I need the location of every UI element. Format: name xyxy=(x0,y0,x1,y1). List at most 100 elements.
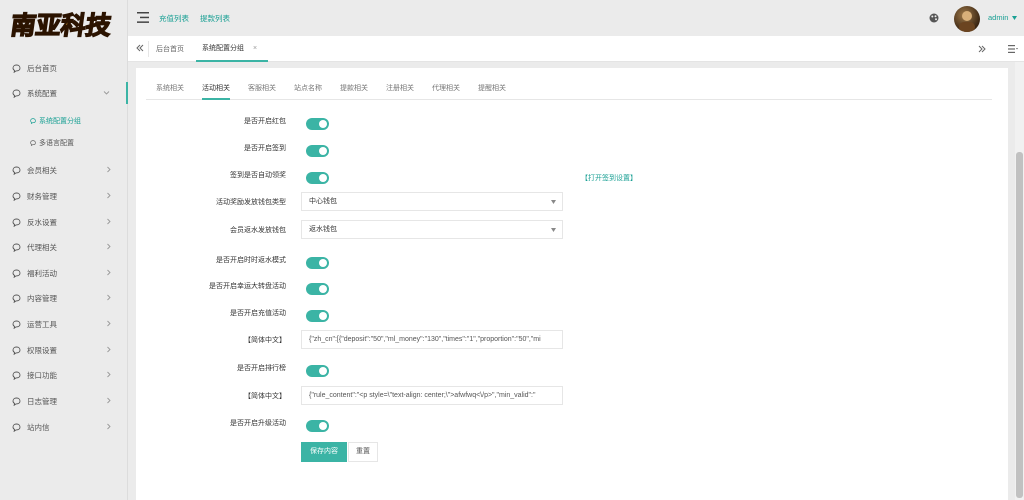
svg-text:南亚科技: 南亚科技 xyxy=(8,10,113,40)
close-icon[interactable]: × xyxy=(253,45,257,52)
toggle-switch[interactable] xyxy=(306,145,329,157)
sidebar-item-label: 财务管理 xyxy=(27,191,57,201)
scrollbar-thumb[interactable] xyxy=(1016,152,1023,498)
form-label: 会员返水发放钱包 xyxy=(230,227,286,234)
form-label: 【简体中文】 xyxy=(244,337,286,344)
toggle-switch[interactable] xyxy=(306,257,329,269)
chat-bubble-icon xyxy=(12,166,21,175)
settings-subtab[interactable]: 注册相关 xyxy=(386,78,414,100)
settings-subtab[interactable]: 代理相关 xyxy=(432,78,460,100)
tab-menu-icon[interactable] xyxy=(1008,45,1018,53)
avatar[interactable] xyxy=(954,6,980,32)
sidebar-item-logs[interactable]: 日志管理 xyxy=(0,390,128,412)
sidebar-item-label: 运营工具 xyxy=(27,319,57,329)
form-label: 是否开启签到 xyxy=(244,145,286,152)
form-label: 是否开启红包 xyxy=(244,118,286,125)
logo: 南亚科技 xyxy=(0,0,127,48)
toggle-switch[interactable] xyxy=(306,172,329,184)
save-button[interactable]: 保存内容 xyxy=(301,442,347,462)
json-config-input[interactable]: {"zh_cn":[{"deposit":"50","ml_money":"13… xyxy=(301,330,563,349)
chevron-right-icon xyxy=(107,346,111,353)
toggle-switch[interactable] xyxy=(306,283,329,295)
sidebar-subitem-label: 系统配置分组 xyxy=(39,118,81,125)
chevron-right-icon xyxy=(107,397,111,404)
chat-bubble-icon xyxy=(12,192,21,201)
settings-subtab[interactable]: 客服相关 xyxy=(248,78,276,100)
reset-button[interactable]: 重置 xyxy=(348,442,378,462)
select-value: 中心钱包 xyxy=(309,198,337,205)
top-bar: 充值列表 提款列表 admin xyxy=(128,0,1024,36)
sidebar-item-home[interactable]: 后台首页 xyxy=(0,57,128,79)
toggle-switch[interactable] xyxy=(306,310,329,322)
chat-bubble-icon xyxy=(12,320,21,329)
logo-image: 南亚科技 xyxy=(8,9,114,40)
chat-bubble-icon xyxy=(30,118,36,124)
form-label: 是否开启充值活动 xyxy=(230,310,286,317)
palette-icon[interactable] xyxy=(929,13,939,23)
chat-bubble-icon xyxy=(12,243,21,252)
chevron-right-icon xyxy=(107,294,111,301)
top-link-deposit-list[interactable]: 充值列表 xyxy=(159,13,189,24)
sidebar-item-agent[interactable]: 代理相关 xyxy=(0,236,128,258)
sidebar-subitem-multilang[interactable]: 多语言配置 xyxy=(0,134,128,152)
page-tab-system-config-group[interactable]: 系统配置分组 × xyxy=(196,36,268,62)
sidebar-item-rebate[interactable]: 反水设置 xyxy=(0,211,128,233)
sidebar-item-finance[interactable]: 财务管理 xyxy=(0,185,128,207)
chevron-right-icon xyxy=(107,243,111,250)
chat-bubble-icon xyxy=(12,371,21,380)
sidebar-item-api[interactable]: 接口功能 xyxy=(0,364,128,386)
caret-down-icon[interactable] xyxy=(1012,16,1017,20)
chat-bubble-icon xyxy=(12,218,21,227)
settings-subtab[interactable]: 系统相关 xyxy=(156,78,184,100)
toggle-switch[interactable] xyxy=(306,118,329,130)
settings-subtab[interactable]: 提醒相关 xyxy=(478,78,506,100)
sidebar-subitem-label: 多语言配置 xyxy=(39,140,74,147)
page-tab-bar: 后台首页 系统配置分组 × xyxy=(128,36,1024,62)
sidebar-item-content[interactable]: 内容管理 xyxy=(0,287,128,309)
settings-subtab[interactable]: 站点名称 xyxy=(294,78,322,100)
sidebar-item-messages[interactable]: 站内信 xyxy=(0,416,128,438)
sidebar-item-label: 站内信 xyxy=(27,422,50,432)
chat-bubble-icon xyxy=(12,346,21,355)
page-tab-home[interactable]: 后台首页 xyxy=(156,36,194,62)
sidebar-item-permissions[interactable]: 权限设置 xyxy=(0,339,128,361)
sidebar-item-system-config[interactable]: 系统配置 xyxy=(0,82,128,104)
settings-subtab[interactable]: 活动相关 xyxy=(202,78,230,100)
settings-subtab[interactable]: 提款相关 xyxy=(340,78,368,100)
double-chevron-left-icon[interactable] xyxy=(136,44,144,52)
sidebar-item-label: 代理相关 xyxy=(27,242,57,252)
form-label: 【简体中文】 xyxy=(244,393,286,400)
chat-bubble-icon xyxy=(12,89,21,98)
chevron-right-icon xyxy=(107,320,111,327)
sidebar-subitem-config-group[interactable]: 系统配置分组 xyxy=(0,112,128,130)
sidebar-item-operations[interactable]: 运营工具 xyxy=(0,313,128,335)
menu-toggle-icon[interactable] xyxy=(137,12,149,23)
double-chevron-right-icon[interactable] xyxy=(978,45,986,53)
chevron-right-icon xyxy=(107,269,111,276)
toggle-switch[interactable] xyxy=(306,420,329,432)
form-label: 活动奖励发放钱包类型 xyxy=(216,199,286,206)
wallet-select[interactable]: 返水钱包 xyxy=(301,220,563,239)
form-label: 是否开启升级活动 xyxy=(230,420,286,427)
sidebar-item-label: 福利活动 xyxy=(27,268,57,278)
sidebar-item-welfare[interactable]: 福利活动 xyxy=(0,262,128,284)
sidebar-item-label: 会员相关 xyxy=(27,165,57,175)
toggle-switch[interactable] xyxy=(306,365,329,377)
chat-bubble-icon xyxy=(12,269,21,278)
wallet-select[interactable]: 中心钱包 xyxy=(301,192,563,211)
chevron-right-icon xyxy=(107,192,111,199)
chevron-right-icon xyxy=(107,371,111,378)
open-sign-settings-link[interactable]: 【打开签到设置】 xyxy=(581,173,637,183)
form-label: 签到是否自动领奖 xyxy=(230,172,286,179)
sidebar-item-label: 内容管理 xyxy=(27,293,57,303)
form-label: 是否开启幸运大转盘活动 xyxy=(209,283,286,290)
user-name[interactable]: admin xyxy=(988,13,1008,22)
chevron-down-icon xyxy=(103,91,110,95)
sidebar-item-member[interactable]: 会员相关 xyxy=(0,159,128,181)
chevron-right-icon xyxy=(107,218,111,225)
json-config-input[interactable]: {"rule_content":"<p style=\"text-align: … xyxy=(301,386,563,405)
sidebar: 南亚科技 后台首页系统配置会员相关财务管理反水设置代理相关福利活动内容管理运营工… xyxy=(0,0,128,500)
chat-bubble-icon xyxy=(12,423,21,432)
top-link-withdraw-list[interactable]: 提款列表 xyxy=(200,13,230,24)
sidebar-item-label: 反水设置 xyxy=(27,217,57,227)
